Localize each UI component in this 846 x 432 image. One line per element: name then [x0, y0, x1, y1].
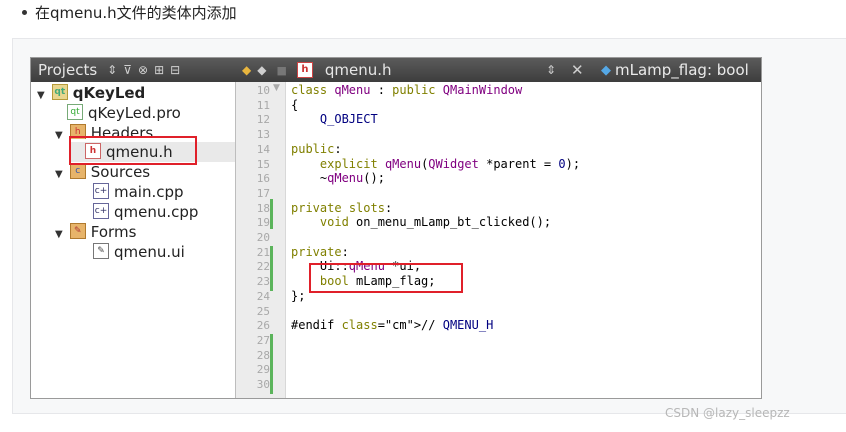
- symbol-selector[interactable]: ◆ mLamp_flag: bool: [601, 61, 749, 79]
- close-pane-icon[interactable]: ⊟: [170, 63, 180, 77]
- line-number: 18: [256, 201, 270, 215]
- expand-triangle-icon[interactable]: ▼: [55, 126, 65, 139]
- expand-triangle-icon[interactable]: ▼: [37, 86, 47, 106]
- tree-item-label: main.cpp: [114, 183, 184, 201]
- intro-bullet: 在qmenu.h文件的类体内添加: [22, 2, 237, 24]
- tree-item-label: qmenu.ui: [114, 243, 185, 261]
- tree-item-label: qKeyLed.pro: [88, 104, 181, 122]
- code-line[interactable]: ~qMenu();: [291, 171, 385, 186]
- forms-folder-icon: ✎: [69, 222, 86, 239]
- split-icon[interactable]: ⊞: [154, 63, 164, 77]
- link-icon[interactable]: ⊗: [138, 63, 148, 77]
- line-number: 22: [256, 260, 270, 274]
- tree-item-qmenu-cpp[interactable]: c+ qmenu.cpp: [93, 202, 198, 222]
- projects-toolbar: Projects ⇕ ⊽ ⊗ ⊞ ⊟: [31, 58, 236, 82]
- line-number: 23: [256, 275, 270, 289]
- highlight-mlamp-flag: [309, 263, 463, 293]
- bullet-dot: [22, 10, 27, 15]
- tree-item-label: qKeyLed: [72, 84, 146, 102]
- line-number: 29: [256, 363, 270, 377]
- line-number: 30: [256, 378, 270, 391]
- code-line[interactable]: #endif class="cm">// QMENU_H: [291, 318, 493, 333]
- line-number: 20: [256, 231, 270, 244]
- toolbar: Projects ⇕ ⊽ ⊗ ⊞ ⊟ ◆ ◆ ■ h qmenu.h ⇕ ✕ ◆…: [31, 58, 761, 82]
- line-number: 27: [256, 333, 270, 347]
- line-number: 17: [256, 186, 270, 200]
- projects-title[interactable]: Projects: [38, 61, 97, 79]
- project-tree: ▼ qt qKeyLed qt qKeyLed.pro ▼ h Headers h qm…: [31, 82, 236, 398]
- line-number-gutter: ▼ 10 11 12 13 14 15 16 17 18 19 20 21 22 23 24 25 26 27 28…: [236, 82, 286, 398]
- code-line[interactable]: {: [291, 98, 298, 113]
- code-editor[interactable]: ▼ 10 11 12 13 14 15 16 17 18 19 20 21 22 23 24 25 26 27 28…: [236, 82, 761, 398]
- code-line[interactable]: };: [291, 289, 305, 304]
- code-line[interactable]: explicit qMenu(QWidget *parent = 0);: [291, 157, 580, 172]
- expand-triangle-icon[interactable]: ▼: [55, 165, 65, 185]
- updown-arrows-icon[interactable]: ⇕: [107, 63, 117, 77]
- line-number: 25: [256, 304, 270, 318]
- change-marker: [270, 199, 273, 229]
- tree-item-project[interactable]: ▼ qt qKeyLed: [37, 83, 145, 103]
- header-file-icon: h: [296, 62, 313, 78]
- code-line[interactable]: class qMenu : public QMainWindow: [291, 83, 522, 98]
- tree-item-label: Forms: [90, 223, 137, 241]
- tree-item-sources[interactable]: ▼ c Sources: [55, 162, 150, 182]
- pro-file-icon: qt: [67, 103, 83, 120]
- line-number: 21: [256, 245, 270, 259]
- line-number: 19: [256, 216, 270, 230]
- watermark: CSDN @lazy_sleepzz: [665, 406, 790, 420]
- expand-triangle-icon[interactable]: ▼: [55, 225, 65, 245]
- line-number: 10: [256, 84, 270, 97]
- tree-item-forms[interactable]: ▼ ✎ Forms: [55, 222, 136, 242]
- open-file-name[interactable]: qmenu.h: [325, 61, 392, 79]
- symbol-label: mLamp_flag: bool: [615, 61, 749, 79]
- project-icon: qt: [51, 83, 68, 100]
- tree-item-qmenu-ui[interactable]: ✎ qmenu.ui: [93, 242, 185, 262]
- tree-item-label: qmenu.cpp: [114, 203, 199, 221]
- symbol-icon: ◆: [601, 62, 611, 78]
- code-line[interactable]: private:: [291, 245, 349, 260]
- qt-creator-screenshot: Projects ⇕ ⊽ ⊗ ⊞ ⊟ ◆ ◆ ■ h qmenu.h ⇕ ✕ ◆…: [30, 57, 762, 399]
- line-number: 15: [256, 157, 270, 171]
- filter-icon[interactable]: ⊽: [123, 63, 132, 77]
- tree-item-main-cpp[interactable]: c+ main.cpp: [93, 182, 184, 202]
- change-marker: [270, 246, 273, 291]
- intro-text: 在qmenu.h文件的类体内添加: [35, 4, 237, 22]
- highlight-qmenu-h: [69, 136, 197, 165]
- editor-toolbar: ◆ ◆ ■ h qmenu.h ⇕ ✕ ◆ mLamp_flag: bool: [236, 58, 761, 82]
- forward-arrow-icon[interactable]: ◆: [257, 63, 266, 77]
- code-line[interactable]: Q_OBJECT: [291, 112, 378, 127]
- line-number: 12: [256, 113, 270, 127]
- cpp-file-icon: c+: [93, 202, 109, 219]
- ui-file-icon: ✎: [93, 242, 109, 259]
- tree-item-label: Sources: [90, 163, 151, 181]
- line-number: 24: [256, 289, 270, 303]
- cpp-file-icon: c+: [93, 182, 109, 199]
- line-number: 13: [256, 128, 270, 142]
- fold-arrow-icon[interactable]: ▼: [273, 83, 280, 93]
- line-number: 11: [256, 98, 270, 112]
- back-arrow-icon[interactable]: ◆: [242, 63, 251, 77]
- line-number: 14: [256, 142, 270, 156]
- change-marker: [270, 334, 273, 394]
- lock-icon[interactable]: ■: [276, 64, 286, 77]
- line-number: 28: [256, 348, 270, 362]
- code-line[interactable]: public:: [291, 142, 342, 157]
- file-combo-arrows-icon[interactable]: ⇕: [546, 63, 556, 77]
- line-number: 16: [256, 172, 270, 186]
- code-line[interactable]: private slots:: [291, 201, 392, 216]
- line-number: 26: [256, 319, 270, 333]
- close-file-icon[interactable]: ✕: [571, 61, 584, 79]
- tree-item-pro[interactable]: qt qKeyLed.pro: [67, 103, 181, 123]
- code-line[interactable]: void on_menu_mLamp_bt_clicked();: [291, 215, 551, 230]
